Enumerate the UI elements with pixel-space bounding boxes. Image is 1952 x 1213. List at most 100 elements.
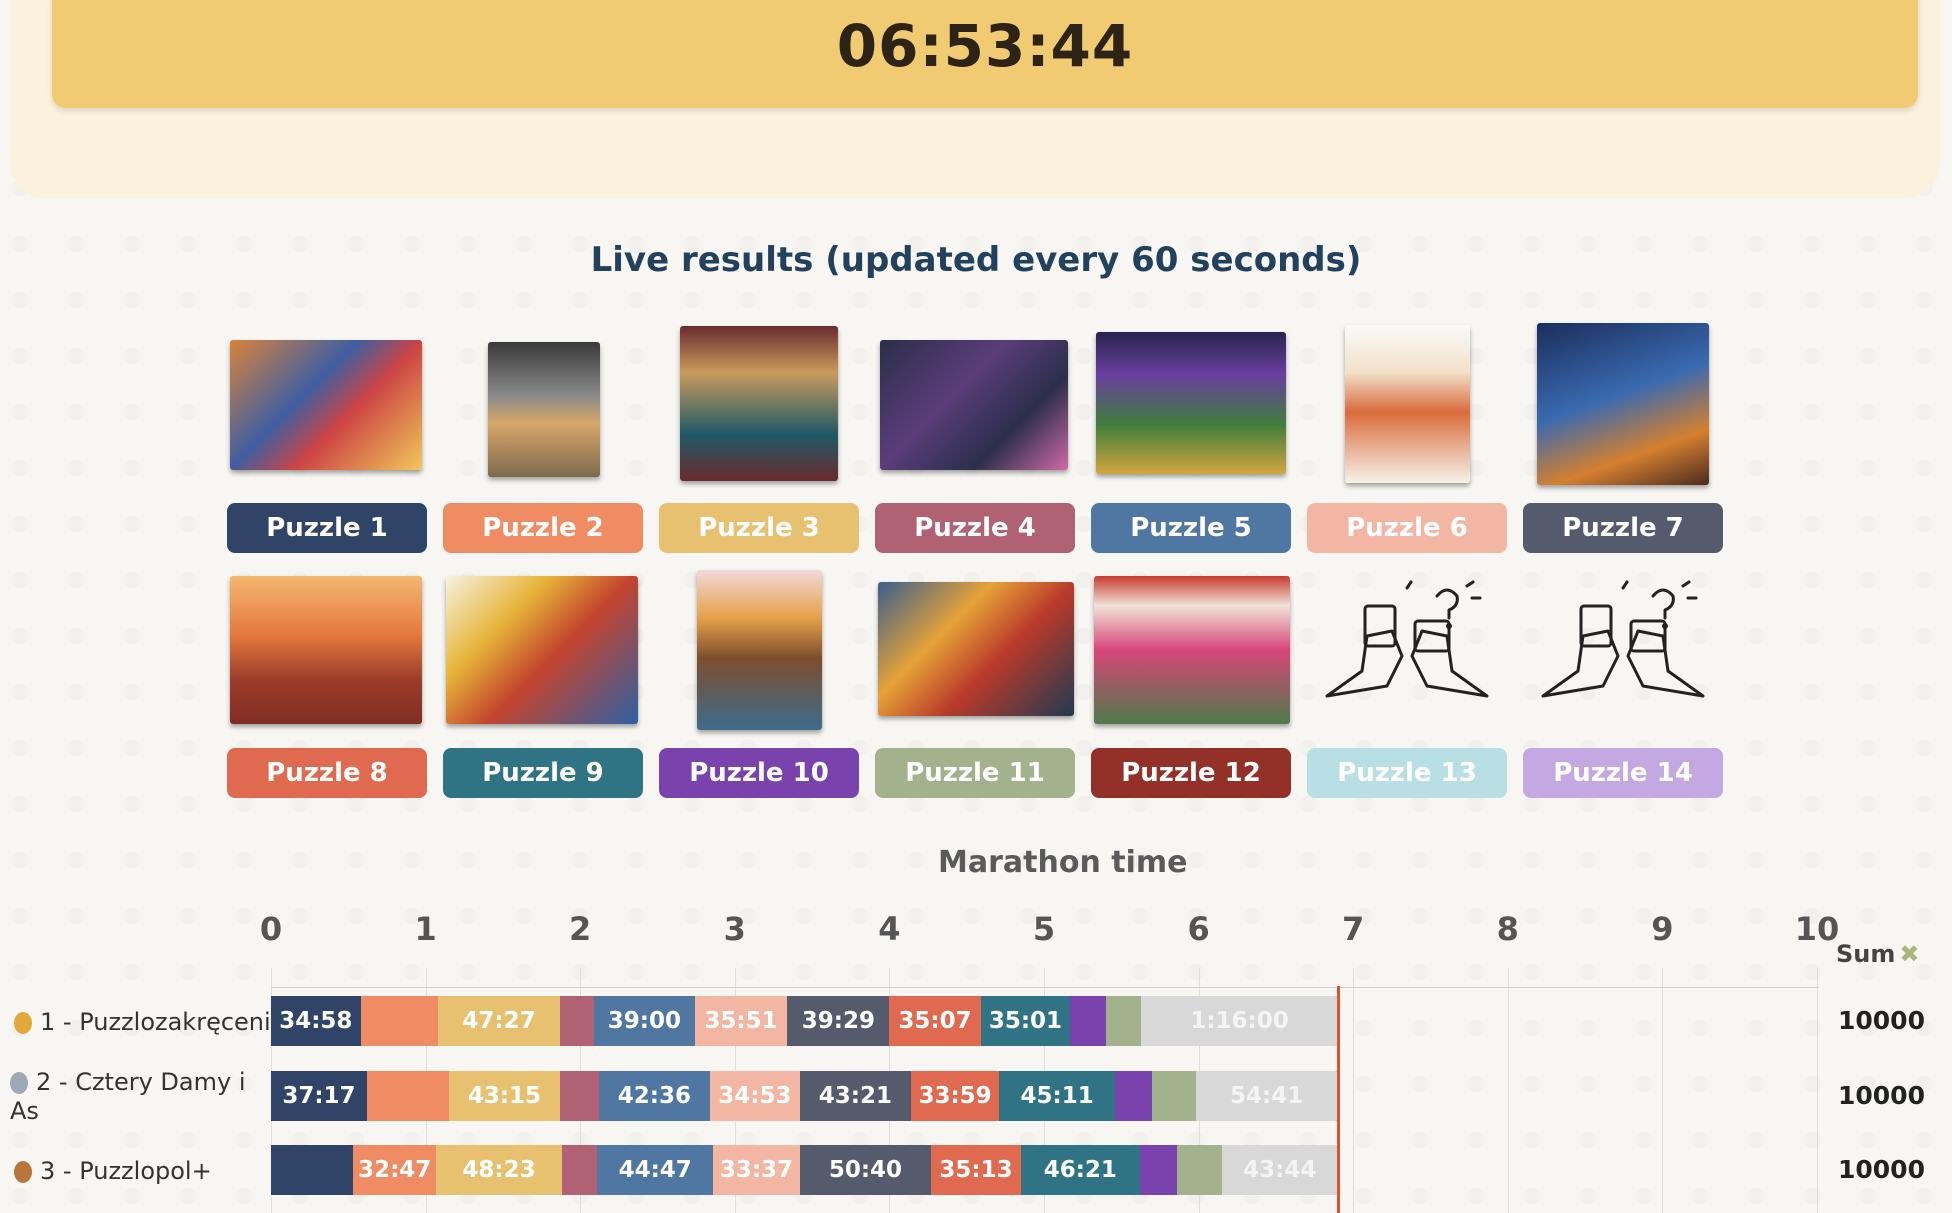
puzzle-button-4[interactable]: Puzzle 4: [875, 503, 1075, 553]
puzzle-segment[interactable]: 35:51: [694, 996, 788, 1046]
puzzle-box-image[interactable]: [446, 576, 638, 724]
countdown-timer: 06:53:44: [52, 0, 1918, 108]
puzzle-segment[interactable]: [1176, 1145, 1222, 1195]
team-name: 2 - Cztery Damy i As: [10, 1068, 246, 1125]
puzzle-button-10[interactable]: Puzzle 10: [659, 748, 859, 798]
puzzle-segment[interactable]: [360, 996, 438, 1046]
sum-label: Sum: [1836, 940, 1896, 968]
puzzle-segment[interactable]: [560, 996, 595, 1046]
x-tick-label: 0: [259, 910, 283, 948]
puzzle-segment[interactable]: 50:40: [799, 1145, 932, 1195]
team-sum: 10000: [1838, 1006, 1925, 1035]
x-tick-label: 3: [723, 910, 746, 948]
x-tick-label: 7: [1342, 910, 1365, 948]
x-tick-label: 4: [878, 910, 901, 948]
puzzle-segment[interactable]: 44:47: [597, 1145, 714, 1195]
silver-medal-icon: [10, 1072, 28, 1094]
puzzle-segment[interactable]: [1105, 996, 1142, 1046]
timer-panel: 06:53:44: [10, 0, 1940, 198]
puzzle-segment[interactable]: 43:21: [799, 1071, 912, 1121]
puzzle-box-image[interactable]: [230, 576, 422, 724]
puzzle-segment[interactable]: 42:36: [598, 1071, 711, 1121]
puzzle-segment[interactable]: 32:47: [352, 1145, 437, 1195]
puzzle-segment[interactable]: 34:53: [710, 1071, 800, 1121]
puzzle-button-12[interactable]: Puzzle 12: [1091, 748, 1291, 798]
in-progress-segment[interactable]: 43:44: [1221, 1145, 1338, 1195]
team-label: 2 - Cztery Damy i As: [10, 1068, 250, 1126]
puzzle-button-14[interactable]: Puzzle 14: [1523, 748, 1723, 798]
team-name: 1 - Puzzlozakręceni: [40, 1008, 271, 1036]
x-gridline: [1662, 968, 1664, 1213]
puzzle-box-image[interactable]: [878, 582, 1074, 716]
hands-puzzle-icon: [1541, 580, 1705, 698]
current-time-marker: [1336, 986, 1340, 1213]
x-tick-label: 9: [1651, 910, 1674, 948]
puzzle-segment[interactable]: 39:00: [594, 996, 695, 1046]
puzzle-button-9[interactable]: Puzzle 9: [443, 748, 643, 798]
puzzle-segment[interactable]: [366, 1071, 449, 1121]
mystery-puzzle-image[interactable]: [1307, 576, 1507, 724]
puzzle-segment[interactable]: 45:11: [999, 1071, 1116, 1121]
team-sum: 10000: [1838, 1155, 1925, 1184]
puzzle-box-image[interactable]: [697, 570, 822, 730]
puzzle-segment[interactable]: 33:37: [713, 1145, 800, 1195]
puzzle-box-image[interactable]: [230, 340, 422, 470]
puzzle-segment[interactable]: 47:27: [437, 996, 561, 1046]
puzzle-segment[interactable]: [560, 1071, 599, 1121]
puzzle-button-7[interactable]: Puzzle 7: [1523, 503, 1723, 553]
chart-title: Marathon time: [938, 845, 1188, 880]
puzzle-button-5[interactable]: Puzzle 5: [1091, 503, 1291, 553]
in-progress-segment[interactable]: 1:16:00: [1141, 996, 1338, 1046]
puzzle-box-image[interactable]: [1096, 332, 1286, 474]
puzzle-box-image[interactable]: [1094, 576, 1290, 724]
puzzle-button-2[interactable]: Puzzle 2: [443, 503, 643, 553]
puzzle-segment[interactable]: [1139, 1145, 1177, 1195]
timer-value: 06:53:44: [836, 12, 1134, 80]
sum-column-header: Sum ✖: [1836, 940, 1920, 968]
puzzle-segment[interactable]: 33:59: [911, 1071, 1000, 1121]
puzzle-button-13[interactable]: Puzzle 13: [1307, 748, 1507, 798]
x-tick-label: 8: [1496, 910, 1519, 948]
x-tick-label: 10: [1794, 910, 1840, 948]
puzzle-segment[interactable]: [1152, 1071, 1196, 1121]
puzzle-segment[interactable]: 46:21: [1020, 1145, 1140, 1195]
puzzle-segment[interactable]: 35:01: [980, 996, 1071, 1046]
team-sum: 10000: [1838, 1081, 1925, 1110]
puzzle-segment[interactable]: [271, 1145, 353, 1195]
puzzle-box-image[interactable]: [1537, 323, 1709, 485]
in-progress-segment[interactable]: 54:41: [1195, 1071, 1338, 1121]
puzzle-segment[interactable]: 43:15: [448, 1071, 561, 1121]
puzzle-button-3[interactable]: Puzzle 3: [659, 503, 859, 553]
puzzle-segment[interactable]: [561, 1145, 598, 1195]
x-tick-label: 5: [1032, 910, 1056, 948]
puzzle-segment[interactable]: [1115, 1071, 1153, 1121]
puzzle-segment[interactable]: 48:23: [436, 1145, 562, 1195]
x-gridline: [1817, 968, 1818, 1213]
puzzle-segment[interactable]: 34:58: [271, 996, 361, 1046]
gold-medal-icon: [14, 1012, 32, 1034]
puzzle-piece-icon: ✖: [1899, 940, 1920, 968]
puzzle-button-8[interactable]: Puzzle 8: [227, 748, 427, 798]
puzzle-segment[interactable]: 35:13: [931, 1145, 1021, 1195]
puzzle-button-11[interactable]: Puzzle 11: [875, 748, 1075, 798]
x-gridline: [1353, 968, 1355, 1213]
mystery-puzzle-image[interactable]: [1523, 576, 1723, 724]
x-tick-label: 2: [569, 910, 592, 948]
x-gridline: [1507, 968, 1509, 1213]
x-tick-label: 1: [414, 910, 437, 948]
puzzle-button-6[interactable]: Puzzle 6: [1307, 503, 1507, 553]
team-label: 1 - Puzzlozakręceni: [14, 1008, 274, 1037]
puzzle-box-image[interactable]: [1345, 325, 1470, 483]
puzzle-box-image[interactable]: [880, 340, 1068, 470]
puzzle-box-image[interactable]: [488, 342, 600, 477]
bronze-medal-icon: [14, 1161, 32, 1183]
puzzle-segment[interactable]: 35:07: [889, 996, 981, 1046]
hands-puzzle-icon: [1325, 580, 1489, 698]
x-axis-line: [271, 987, 1819, 988]
puzzle-box-image[interactable]: [680, 326, 838, 481]
team-label: 3 - Puzzlopol+: [14, 1157, 274, 1186]
puzzle-segment[interactable]: 37:17: [271, 1071, 367, 1121]
puzzle-segment[interactable]: 39:29: [787, 996, 890, 1046]
puzzle-button-1[interactable]: Puzzle 1: [227, 503, 427, 553]
puzzle-segment[interactable]: [1070, 996, 1106, 1046]
